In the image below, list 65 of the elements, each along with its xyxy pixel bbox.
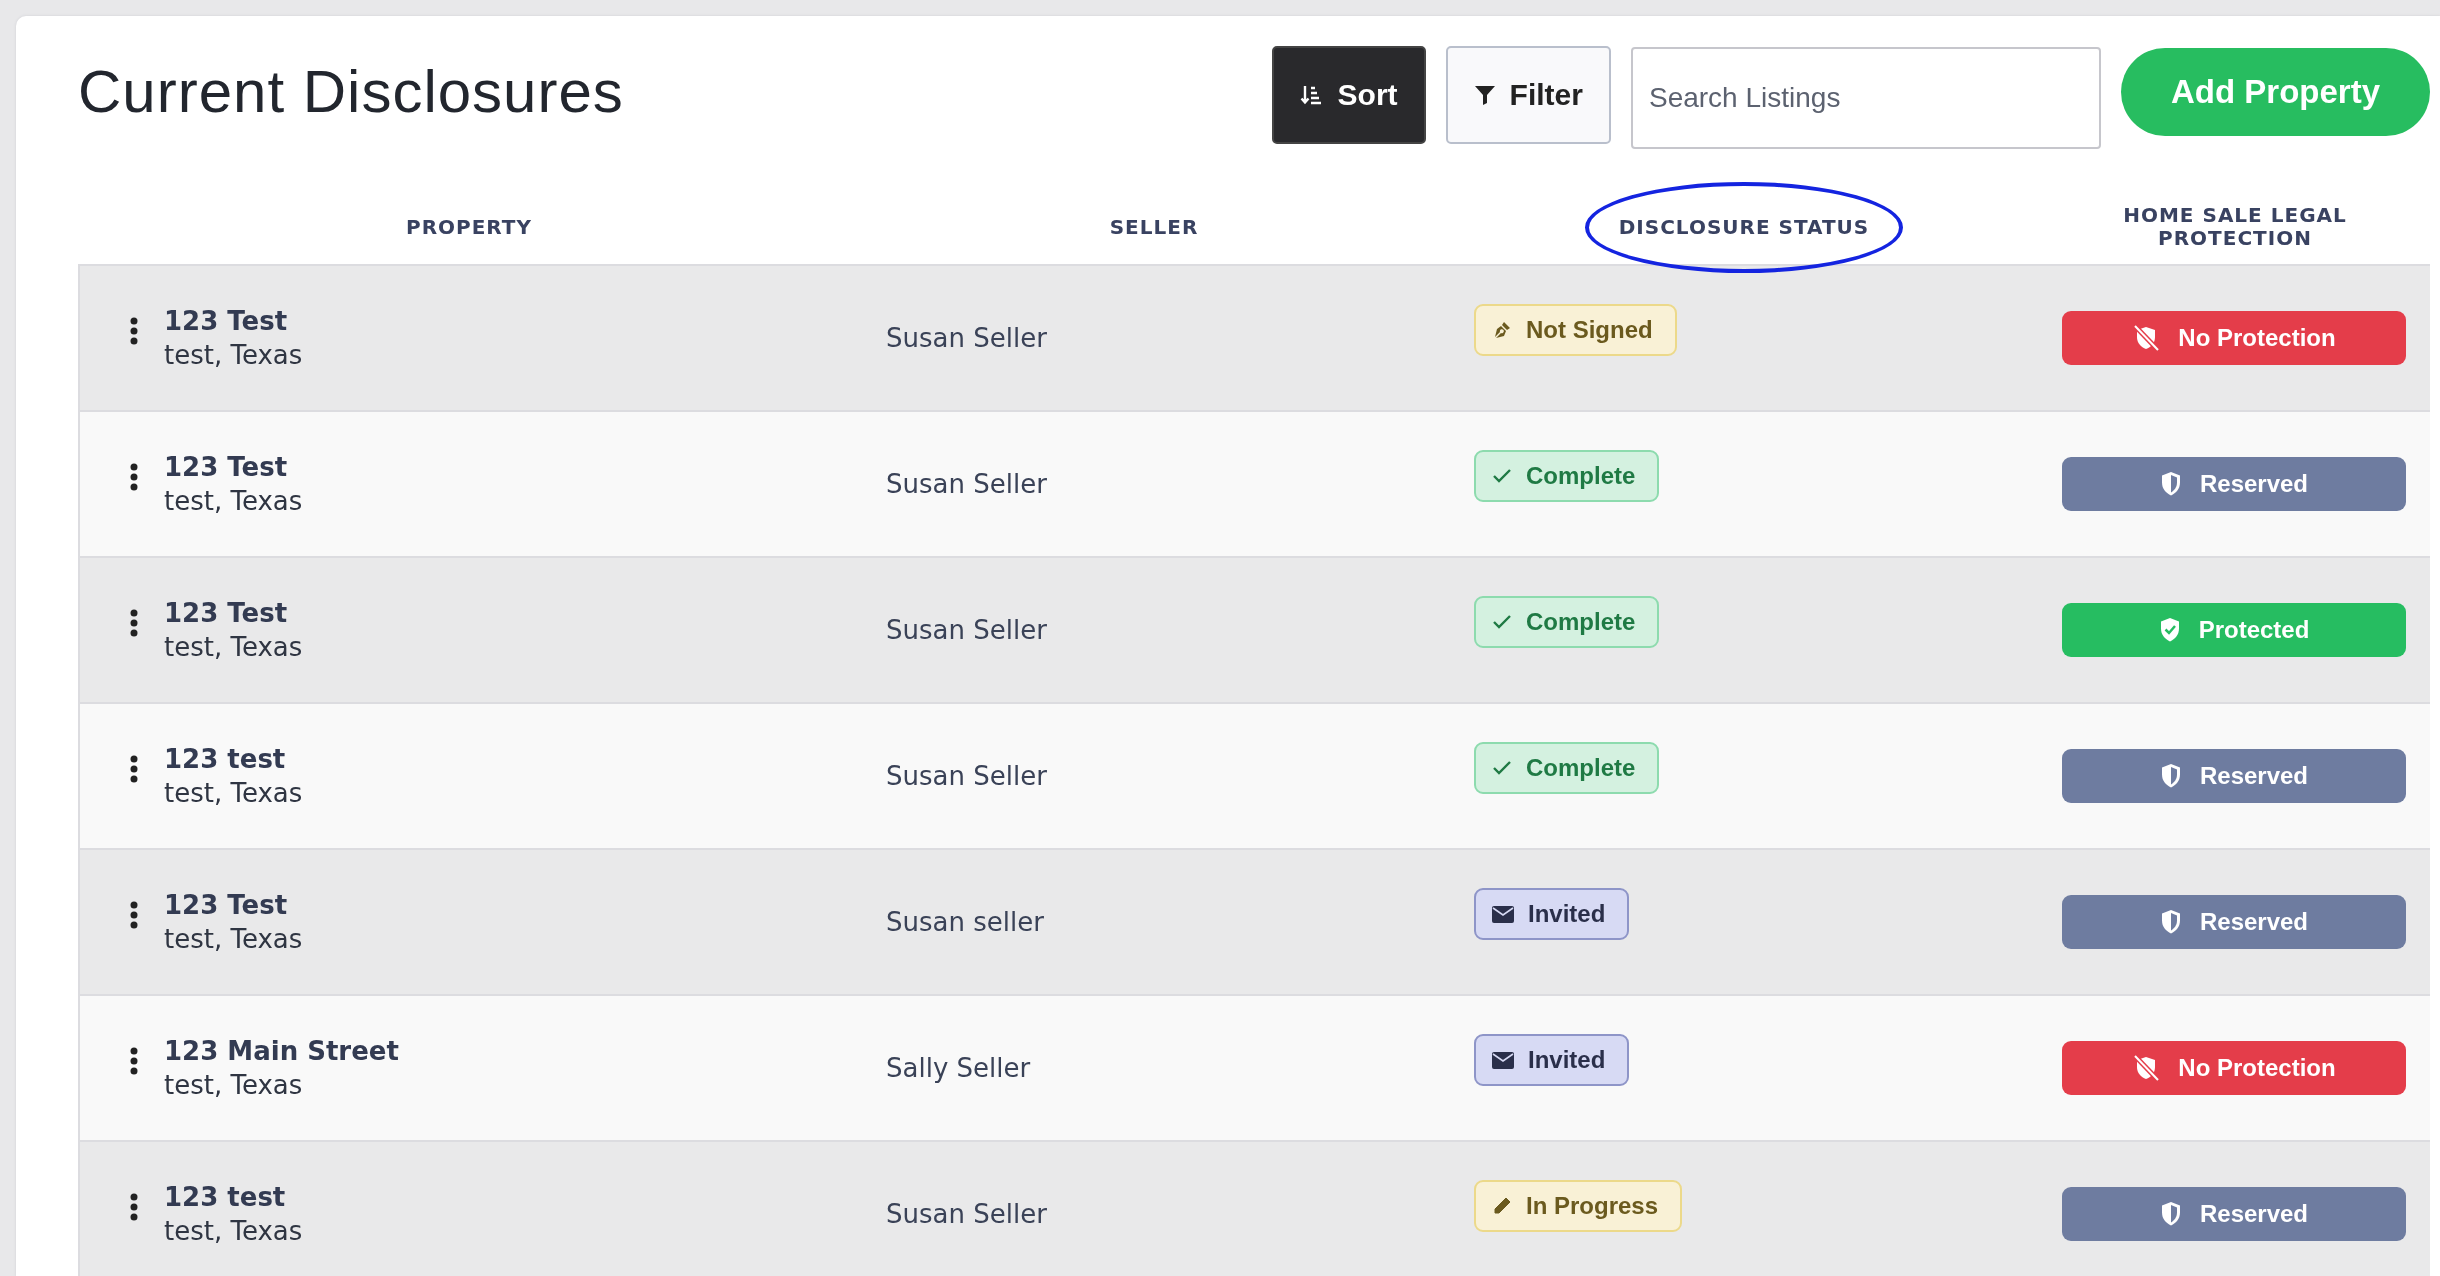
seller-name: Susan Seller (886, 323, 1047, 353)
shield-icon (2159, 763, 2182, 789)
property-address: 123 Test (164, 598, 289, 628)
sort-button[interactable]: Sort (1271, 46, 1426, 144)
property-address: 123 Test (164, 890, 289, 920)
seller-name: Susan seller (886, 907, 1044, 937)
checkmark-icon (1492, 468, 1512, 484)
status-badge: Complete (1474, 450, 1660, 502)
search-field[interactable]: Search Listings (1630, 47, 2101, 149)
protection-badge: Reserved (2062, 457, 2406, 511)
shield-check-icon (2158, 617, 2181, 643)
protection-badge: Reserved (2062, 749, 2406, 803)
more-options-icon[interactable] (130, 463, 138, 491)
seller-name: Susan Seller (886, 615, 1047, 645)
column-header: PROPERTY (405, 213, 533, 241)
filter-button[interactable]: Filter (1445, 46, 1611, 144)
property-city: test, Texas (164, 486, 303, 516)
status-badge: Complete (1474, 596, 1660, 648)
property-city: test, Texas (164, 1070, 304, 1100)
pencil-icon (1492, 1196, 1512, 1216)
checkmark-icon (1492, 614, 1512, 630)
pen-nib-icon (1492, 320, 1512, 340)
seller-name: Susan Seller (886, 1199, 1047, 1229)
property-city: test, Texas (164, 924, 303, 954)
more-options-icon[interactable] (130, 1047, 138, 1075)
more-options-icon[interactable] (130, 901, 138, 929)
status-badge: Invited (1474, 1034, 1630, 1086)
checkmark-icon (1492, 760, 1512, 776)
more-options-icon[interactable] (130, 1193, 138, 1221)
property-city: test, Texas (164, 632, 303, 662)
shield-icon (2159, 909, 2182, 935)
status-badge: Invited (1474, 888, 1630, 940)
more-options-icon[interactable] (130, 755, 138, 783)
filter-icon (1473, 84, 1496, 106)
property-address: 123 Main Street (164, 1036, 399, 1066)
more-options-icon[interactable] (130, 317, 138, 345)
protection-badge: Protected (2062, 603, 2406, 657)
property-address: 123 test (164, 744, 287, 774)
seller-name: Susan Seller (886, 469, 1047, 499)
column-header: HOME SALE LEGAL PROTECTION (2122, 202, 2348, 252)
protection-badge: Reserved (2062, 1187, 2406, 1241)
page-title: Current Disclosures (78, 56, 624, 126)
crossed-shield-icon (2132, 325, 2161, 351)
status-badge: Complete (1474, 742, 1660, 794)
seller-name: Sally Seller (886, 1053, 1031, 1083)
protection-badge: No Protection (2062, 1041, 2406, 1095)
property-city: test, Texas (164, 1216, 303, 1246)
envelope-icon (1492, 1051, 1514, 1069)
protection-badge: Reserved (2062, 895, 2406, 949)
property-city: test, Texas (164, 340, 303, 370)
shield-icon (2159, 471, 2182, 497)
protection-badge: No Protection (2062, 311, 2406, 365)
envelope-icon (1492, 905, 1514, 923)
property-city: test, Texas (164, 778, 303, 808)
column-header: SELLER (1108, 213, 1200, 241)
status-badge: In Progress (1474, 1180, 1683, 1232)
status-badge: Not Signed (1474, 304, 1677, 356)
more-options-icon[interactable] (130, 609, 138, 637)
property-address: 123 Test (164, 306, 289, 336)
crossed-shield-icon (2132, 1055, 2161, 1081)
shield-icon (2159, 1201, 2182, 1227)
sort-icon (1299, 83, 1324, 107)
property-address: 123 Test (164, 452, 289, 482)
property-address: 123 test (164, 1182, 287, 1212)
seller-name: Susan Seller (886, 761, 1047, 791)
